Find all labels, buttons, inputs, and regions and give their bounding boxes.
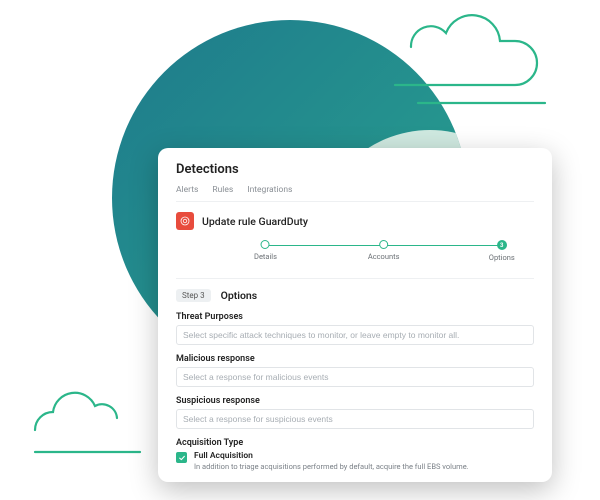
step-line [384,245,502,246]
checkbox-checked-icon [176,452,187,463]
field-label: Suspicious response [176,396,534,406]
step-label: Accounts [368,252,400,261]
page-title: Detections [176,162,534,177]
tab-alerts[interactable]: Alerts [176,185,198,195]
step-options[interactable]: 3 Options [489,240,515,262]
tab-integrations[interactable]: Integrations [247,185,292,195]
rule-title: Update rule GuardDuty [202,215,308,228]
section-header: Step 3 Options [176,289,534,302]
tabs: Alerts Rules Integrations [176,185,534,202]
guardduty-icon [176,212,194,230]
tab-rules[interactable]: Rules [212,185,233,195]
section-heading: Options [221,289,258,302]
checkbox-description: In addition to triage acquisitions perfo… [194,462,469,471]
step-dot-icon: 3 [497,240,507,250]
field-label: Acquisition Type [176,438,534,448]
field-threat-purposes: Threat Purposes [176,312,534,345]
field-label: Threat Purposes [176,312,534,322]
step-label: Details [254,252,277,261]
divider [176,278,534,279]
stepper: Details Accounts 3 Options [176,240,534,266]
step-pill: Step 3 [176,289,211,302]
step-dot-icon [261,240,270,249]
threat-purposes-input[interactable] [176,325,534,345]
field-suspicious-response: Suspicious response [176,396,534,429]
step-dot-icon [379,240,388,249]
detections-panel: Detections Alerts Rules Integrations Upd… [158,148,552,482]
field-acquisition-type: Acquisition Type Full Acquisition In add… [176,438,534,471]
step-line [266,245,384,246]
field-malicious-response: Malicious response [176,354,534,387]
checkbox-body: Full Acquisition In addition to triage a… [194,451,469,471]
suspicious-response-input[interactable] [176,409,534,429]
malicious-response-input[interactable] [176,367,534,387]
step-details[interactable]: Details [254,240,277,261]
step-accounts[interactable]: Accounts [368,240,400,261]
checkbox-row[interactable]: Full Acquisition In addition to triage a… [176,451,534,471]
rule-header: Update rule GuardDuty [176,212,534,230]
checkbox-title: Full Acquisition [194,451,469,462]
step-label: Options [489,253,515,262]
field-label: Malicious response [176,354,534,364]
